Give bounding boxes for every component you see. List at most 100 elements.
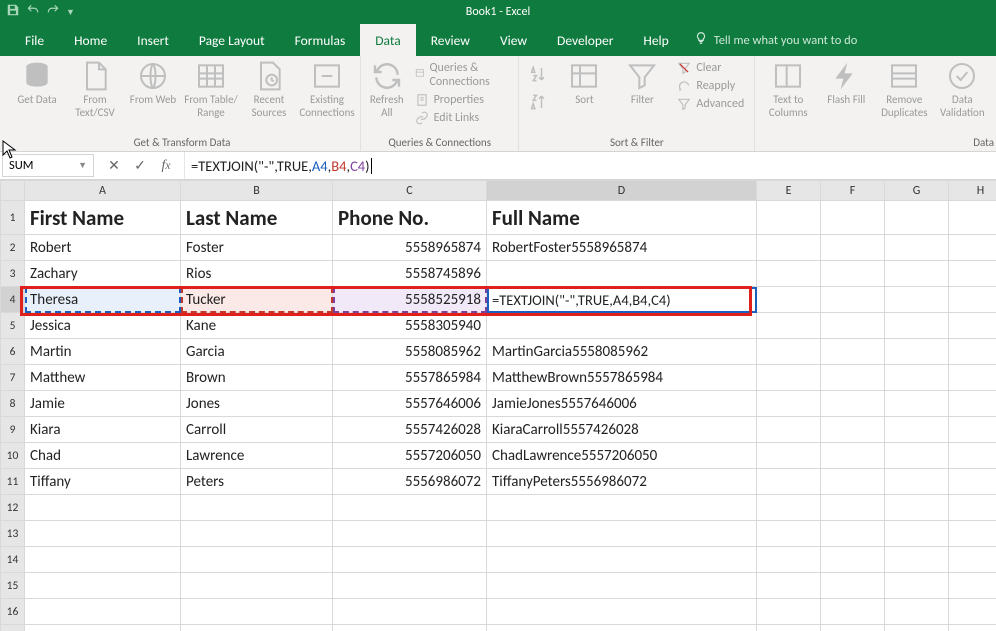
cell[interactable]: First Name bbox=[25, 201, 181, 235]
cell[interactable] bbox=[487, 521, 757, 547]
cell[interactable]: 5558305940 bbox=[333, 313, 487, 339]
cell[interactable]: Jones bbox=[181, 391, 333, 417]
col-header-e[interactable]: E bbox=[757, 181, 821, 201]
cell[interactable]: Lawrence bbox=[181, 443, 333, 469]
cell[interactable]: 5558965874 bbox=[333, 235, 487, 261]
cell[interactable] bbox=[885, 313, 949, 339]
row-header[interactable]: 1 bbox=[1, 201, 25, 235]
cell[interactable] bbox=[25, 547, 181, 573]
sort-az-button[interactable] bbox=[525, 60, 553, 88]
cell[interactable] bbox=[757, 365, 821, 391]
row-header[interactable]: 12 bbox=[1, 495, 25, 521]
text-to-cols-button[interactable]: Text to Columns bbox=[761, 60, 815, 119]
get-data-button[interactable]: Get Data bbox=[10, 60, 64, 107]
cell[interactable] bbox=[885, 287, 949, 313]
worksheet[interactable]: A B C D E F G H 1 First Name Last Name P… bbox=[0, 180, 996, 631]
cell[interactable] bbox=[949, 443, 996, 469]
cell[interactable] bbox=[821, 339, 885, 365]
col-header-b[interactable]: B bbox=[181, 181, 333, 201]
row-header[interactable]: 13 bbox=[1, 521, 25, 547]
advanced-button[interactable]: Advanced bbox=[673, 96, 748, 112]
cell[interactable] bbox=[487, 573, 757, 599]
formula-input[interactable]: =TEXTJOIN("-",TRUE,A4,B4,C4) bbox=[184, 152, 996, 179]
cell[interactable] bbox=[821, 443, 885, 469]
cell[interactable]: MartinGarcia5558085962 bbox=[487, 339, 757, 365]
cell[interactable]: Jamie bbox=[25, 391, 181, 417]
cell[interactable] bbox=[885, 469, 949, 495]
cell[interactable]: 5557206050 bbox=[333, 443, 487, 469]
col-header-g[interactable]: G bbox=[885, 181, 949, 201]
cell[interactable] bbox=[25, 625, 181, 631]
cell[interactable]: Kiara bbox=[25, 417, 181, 443]
cell[interactable] bbox=[487, 547, 757, 573]
cell[interactable] bbox=[949, 469, 996, 495]
cell[interactable]: Kane bbox=[181, 313, 333, 339]
select-all-corner[interactable] bbox=[1, 181, 25, 201]
cell[interactable]: 5558525918 bbox=[333, 287, 487, 313]
cell[interactable] bbox=[757, 339, 821, 365]
cell[interactable] bbox=[181, 573, 333, 599]
cell[interactable] bbox=[757, 547, 821, 573]
cell[interactable] bbox=[949, 313, 996, 339]
cell[interactable]: MatthewBrown5557865984 bbox=[487, 365, 757, 391]
cell[interactable] bbox=[885, 201, 949, 235]
row-header[interactable]: 7 bbox=[1, 365, 25, 391]
cell[interactable] bbox=[333, 495, 487, 521]
row-header[interactable]: 6 bbox=[1, 339, 25, 365]
tab-home[interactable]: Home bbox=[59, 24, 122, 56]
cell[interactable] bbox=[949, 339, 996, 365]
cell[interactable]: Tucker bbox=[181, 287, 333, 313]
cell[interactable] bbox=[885, 573, 949, 599]
undo-icon[interactable] bbox=[26, 3, 40, 21]
row-header[interactable]: 17 bbox=[1, 625, 25, 631]
cell[interactable]: Zachary bbox=[25, 261, 181, 287]
cell[interactable] bbox=[181, 521, 333, 547]
cell[interactable]: Foster bbox=[181, 235, 333, 261]
tab-view[interactable]: View bbox=[485, 24, 542, 56]
tab-data[interactable]: Data bbox=[360, 24, 415, 56]
cell[interactable] bbox=[885, 417, 949, 443]
cell[interactable] bbox=[885, 547, 949, 573]
tab-help[interactable]: Help bbox=[628, 24, 683, 56]
cell[interactable] bbox=[333, 599, 487, 625]
filter-button[interactable]: Filter bbox=[615, 60, 669, 107]
fx-icon[interactable]: fx bbox=[154, 155, 178, 177]
cell[interactable] bbox=[821, 261, 885, 287]
cell[interactable]: Peters bbox=[181, 469, 333, 495]
save-icon[interactable] bbox=[6, 3, 20, 21]
tab-insert[interactable]: Insert bbox=[122, 24, 184, 56]
cell[interactable] bbox=[757, 521, 821, 547]
cell[interactable] bbox=[757, 573, 821, 599]
cell[interactable] bbox=[949, 261, 996, 287]
cell[interactable] bbox=[757, 443, 821, 469]
cell[interactable] bbox=[885, 443, 949, 469]
cell[interactable] bbox=[181, 495, 333, 521]
row-header[interactable]: 14 bbox=[1, 547, 25, 573]
cell[interactable] bbox=[25, 495, 181, 521]
name-box[interactable]: SUM ▼ bbox=[2, 154, 94, 177]
cancel-icon[interactable]: ✕ bbox=[102, 155, 126, 177]
row-header[interactable]: 8 bbox=[1, 391, 25, 417]
enter-icon[interactable]: ✓ bbox=[128, 155, 152, 177]
cell[interactable] bbox=[821, 391, 885, 417]
tell-me-search[interactable]: Tell me what you want to do bbox=[694, 24, 858, 56]
cell[interactable] bbox=[181, 599, 333, 625]
cell[interactable]: =TEXTJOIN("-",TRUE,A4,B4,C4) bbox=[487, 287, 757, 313]
row-header[interactable]: 5 bbox=[1, 313, 25, 339]
cell[interactable]: Chad bbox=[25, 443, 181, 469]
cell[interactable] bbox=[885, 365, 949, 391]
sort-button[interactable]: Sort bbox=[557, 60, 611, 107]
cell[interactable] bbox=[949, 547, 996, 573]
cell[interactable] bbox=[821, 365, 885, 391]
tab-formulas[interactable]: Formulas bbox=[280, 24, 361, 56]
row-header[interactable]: 3 bbox=[1, 261, 25, 287]
properties-button[interactable]: Properties bbox=[411, 92, 513, 108]
cell[interactable] bbox=[487, 599, 757, 625]
cell[interactable]: Rios bbox=[181, 261, 333, 287]
from-csv-button[interactable]: From Text/CSV bbox=[68, 60, 122, 119]
remove-dupes-button[interactable]: Remove Duplicates bbox=[877, 60, 931, 119]
cell[interactable] bbox=[487, 313, 757, 339]
cell[interactable] bbox=[885, 495, 949, 521]
refresh-all-button[interactable]: Refresh All bbox=[367, 60, 407, 119]
cell[interactable] bbox=[885, 521, 949, 547]
